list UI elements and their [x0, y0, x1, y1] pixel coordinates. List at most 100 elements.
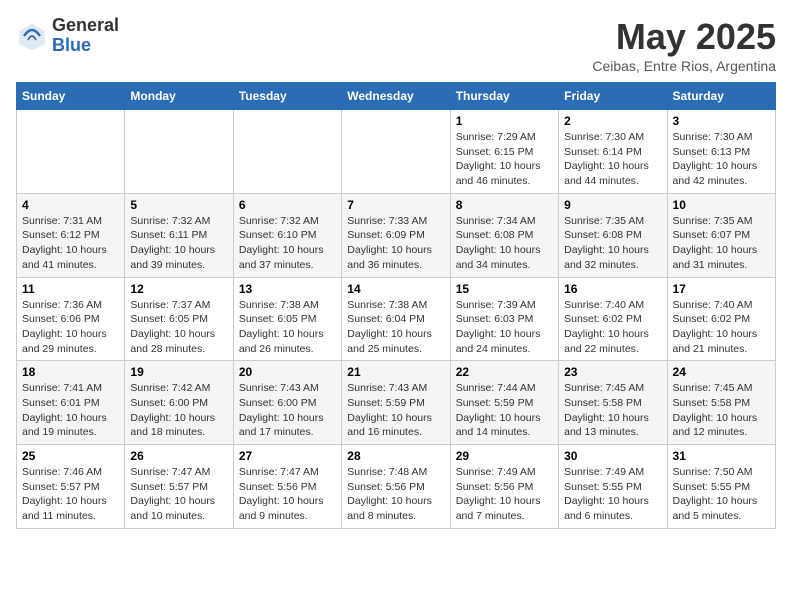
day-number: 11 [22, 282, 119, 296]
day-number: 6 [239, 198, 336, 212]
day-info: Sunrise: 7:29 AM Sunset: 6:15 PM Dayligh… [456, 130, 553, 189]
calendar-cell: 27 Sunrise: 7:47 AM Sunset: 5:56 PM Dayli… [233, 445, 341, 529]
calendar-week-3: 11 Sunrise: 7:36 AM Sunset: 6:06 PM Dayli… [17, 277, 776, 361]
day-info: Sunrise: 7:49 AM Sunset: 5:55 PM Dayligh… [564, 465, 661, 524]
day-info: Sunrise: 7:47 AM Sunset: 5:56 PM Dayligh… [239, 465, 336, 524]
calendar-cell: 2Sunrise: 7:30 AM Sunset: 6:14 PM Daylig… [559, 110, 667, 194]
calendar-week-4: 18Sunrise: 7:41 AM Sunset: 6:01 PM Dayli… [17, 361, 776, 445]
page-header: General Blue May 2025 Ceibas, Entre Rios… [16, 16, 776, 74]
day-number: 10 [673, 198, 770, 212]
day-number: 19 [130, 365, 227, 379]
day-info: Sunrise: 7:36 AM Sunset: 6:06 PM Dayligh… [22, 298, 119, 357]
day-info: Sunrise: 7:43 AM Sunset: 6:00 PM Dayligh… [239, 381, 336, 440]
calendar-cell: 29Sunrise: 7:49 AM Sunset: 5:56 PM Dayli… [450, 445, 558, 529]
day-number: 7 [347, 198, 444, 212]
calendar-cell [233, 110, 341, 194]
calendar-cell: 8 Sunrise: 7:34 AM Sunset: 6:08 PM Daylig… [450, 193, 558, 277]
calendar-cell: 25Sunrise: 7:46 AM Sunset: 5:57 PM Dayli… [17, 445, 125, 529]
calendar-cell: 5 Sunrise: 7:32 AM Sunset: 6:11 PM Daylig… [125, 193, 233, 277]
calendar-cell: 30 Sunrise: 7:49 AM Sunset: 5:55 PM Dayli… [559, 445, 667, 529]
day-info: Sunrise: 7:47 AM Sunset: 5:57 PM Dayligh… [130, 465, 227, 524]
col-monday: Monday [125, 83, 233, 110]
calendar-cell: 13Sunrise: 7:38 AM Sunset: 6:05 PM Dayli… [233, 277, 341, 361]
day-info: Sunrise: 7:42 AM Sunset: 6:00 PM Dayligh… [130, 381, 227, 440]
logo-icon [16, 20, 48, 52]
day-info: Sunrise: 7:39 AM Sunset: 6:03 PM Dayligh… [456, 298, 553, 357]
day-info: Sunrise: 7:30 AM Sunset: 6:14 PM Dayligh… [564, 130, 661, 189]
calendar-cell [125, 110, 233, 194]
calendar-cell: 18Sunrise: 7:41 AM Sunset: 6:01 PM Dayli… [17, 361, 125, 445]
calendar-cell: 16 Sunrise: 7:40 AM Sunset: 6:02 PM Dayli… [559, 277, 667, 361]
day-number: 24 [673, 365, 770, 379]
day-info: Sunrise: 7:40 AM Sunset: 6:02 PM Dayligh… [673, 298, 770, 357]
col-tuesday: Tuesday [233, 83, 341, 110]
day-number: 26 [130, 449, 227, 463]
calendar-cell: 3 Sunrise: 7:30 AM Sunset: 6:13 PM Daylig… [667, 110, 775, 194]
day-number: 12 [130, 282, 227, 296]
day-info: Sunrise: 7:44 AM Sunset: 5:59 PM Dayligh… [456, 381, 553, 440]
calendar-cell: 15Sunrise: 7:39 AM Sunset: 6:03 PM Dayli… [450, 277, 558, 361]
day-number: 8 [456, 198, 553, 212]
day-info: Sunrise: 7:38 AM Sunset: 6:05 PM Dayligh… [239, 298, 336, 357]
day-number: 21 [347, 365, 444, 379]
day-number: 23 [564, 365, 661, 379]
header-row: Sunday Monday Tuesday Wednesday Thursday… [17, 83, 776, 110]
calendar-cell: 12 Sunrise: 7:37 AM Sunset: 6:05 PM Dayli… [125, 277, 233, 361]
day-info: Sunrise: 7:41 AM Sunset: 6:01 PM Dayligh… [22, 381, 119, 440]
calendar-cell: 17 Sunrise: 7:40 AM Sunset: 6:02 PM Dayli… [667, 277, 775, 361]
calendar-cell: 24 Sunrise: 7:45 AM Sunset: 5:58 PM Dayli… [667, 361, 775, 445]
day-info: Sunrise: 7:45 AM Sunset: 5:58 PM Dayligh… [673, 381, 770, 440]
calendar-week-5: 25Sunrise: 7:46 AM Sunset: 5:57 PM Dayli… [17, 445, 776, 529]
day-info: Sunrise: 7:31 AM Sunset: 6:12 PM Dayligh… [22, 214, 119, 273]
day-number: 31 [673, 449, 770, 463]
day-info: Sunrise: 7:34 AM Sunset: 6:08 PM Dayligh… [456, 214, 553, 273]
day-number: 4 [22, 198, 119, 212]
calendar-cell: 22Sunrise: 7:44 AM Sunset: 5:59 PM Dayli… [450, 361, 558, 445]
calendar-cell: 7Sunrise: 7:33 AM Sunset: 6:09 PM Daylig… [342, 193, 450, 277]
col-saturday: Saturday [667, 83, 775, 110]
calendar-cell: 1 Sunrise: 7:29 AM Sunset: 6:15 PM Daylig… [450, 110, 558, 194]
day-number: 20 [239, 365, 336, 379]
day-info: Sunrise: 7:30 AM Sunset: 6:13 PM Dayligh… [673, 130, 770, 189]
calendar-cell: 9 Sunrise: 7:35 AM Sunset: 6:08 PM Daylig… [559, 193, 667, 277]
day-info: Sunrise: 7:38 AM Sunset: 6:04 PM Dayligh… [347, 298, 444, 357]
calendar-cell: 20 Sunrise: 7:43 AM Sunset: 6:00 PM Dayli… [233, 361, 341, 445]
calendar-cell: 6 Sunrise: 7:32 AM Sunset: 6:10 PM Daylig… [233, 193, 341, 277]
day-info: Sunrise: 7:40 AM Sunset: 6:02 PM Dayligh… [564, 298, 661, 357]
calendar-cell [342, 110, 450, 194]
calendar-cell: 26 Sunrise: 7:47 AM Sunset: 5:57 PM Dayli… [125, 445, 233, 529]
logo-text: General Blue [52, 16, 119, 56]
day-number: 3 [673, 114, 770, 128]
calendar-cell: 11 Sunrise: 7:36 AM Sunset: 6:06 PM Dayli… [17, 277, 125, 361]
day-number: 30 [564, 449, 661, 463]
day-number: 17 [673, 282, 770, 296]
calendar-subtitle: Ceibas, Entre Rios, Argentina [592, 58, 776, 74]
day-info: Sunrise: 7:35 AM Sunset: 6:08 PM Dayligh… [564, 214, 661, 273]
day-info: Sunrise: 7:32 AM Sunset: 6:10 PM Dayligh… [239, 214, 336, 273]
day-number: 5 [130, 198, 227, 212]
day-number: 27 [239, 449, 336, 463]
day-info: Sunrise: 7:32 AM Sunset: 6:11 PM Dayligh… [130, 214, 227, 273]
col-wednesday: Wednesday [342, 83, 450, 110]
day-info: Sunrise: 7:50 AM Sunset: 5:55 PM Dayligh… [673, 465, 770, 524]
calendar-header: Sunday Monday Tuesday Wednesday Thursday… [17, 83, 776, 110]
day-number: 1 [456, 114, 553, 128]
col-thursday: Thursday [450, 83, 558, 110]
title-block: May 2025 Ceibas, Entre Rios, Argentina [592, 16, 776, 74]
calendar-cell: 10Sunrise: 7:35 AM Sunset: 6:07 PM Dayli… [667, 193, 775, 277]
calendar-body: 1 Sunrise: 7:29 AM Sunset: 6:15 PM Daylig… [17, 110, 776, 529]
day-info: Sunrise: 7:43 AM Sunset: 5:59 PM Dayligh… [347, 381, 444, 440]
logo-blue-text: Blue [52, 36, 119, 56]
day-number: 16 [564, 282, 661, 296]
calendar-cell: 21 Sunrise: 7:43 AM Sunset: 5:59 PM Dayli… [342, 361, 450, 445]
calendar-week-2: 4 Sunrise: 7:31 AM Sunset: 6:12 PM Daylig… [17, 193, 776, 277]
day-info: Sunrise: 7:45 AM Sunset: 5:58 PM Dayligh… [564, 381, 661, 440]
day-number: 9 [564, 198, 661, 212]
calendar-week-1: 1 Sunrise: 7:29 AM Sunset: 6:15 PM Daylig… [17, 110, 776, 194]
day-info: Sunrise: 7:49 AM Sunset: 5:56 PM Dayligh… [456, 465, 553, 524]
calendar-cell: 31 Sunrise: 7:50 AM Sunset: 5:55 PM Dayli… [667, 445, 775, 529]
day-number: 14 [347, 282, 444, 296]
day-info: Sunrise: 7:37 AM Sunset: 6:05 PM Dayligh… [130, 298, 227, 357]
calendar-cell: 23 Sunrise: 7:45 AM Sunset: 5:58 PM Dayli… [559, 361, 667, 445]
day-info: Sunrise: 7:46 AM Sunset: 5:57 PM Dayligh… [22, 465, 119, 524]
